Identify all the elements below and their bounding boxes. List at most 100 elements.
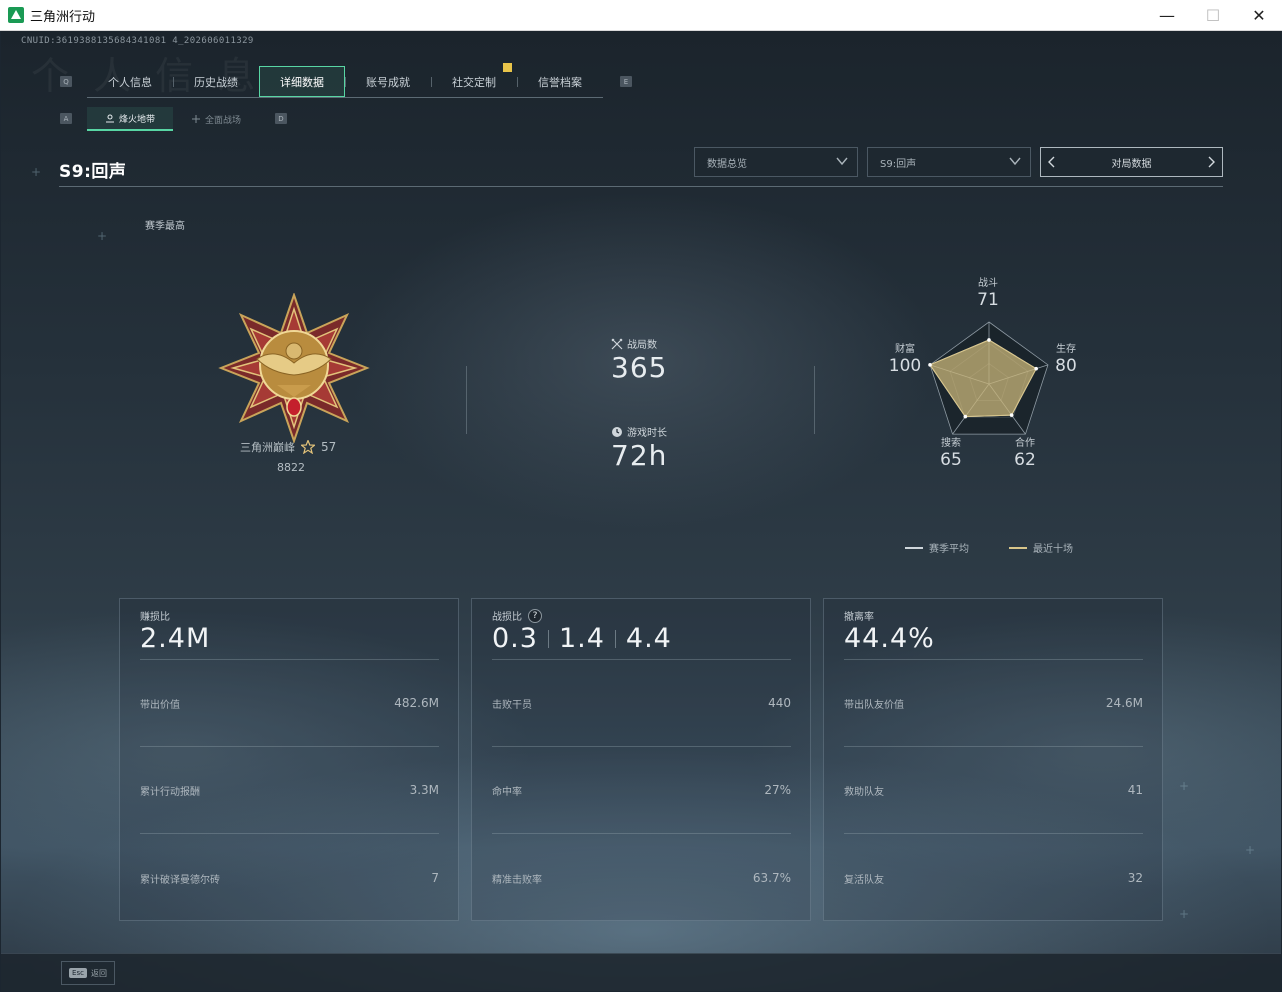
- radar-axis-value: 71: [977, 290, 999, 310]
- crosshair-decoration-icon: +: [1179, 779, 1190, 793]
- card-row: 带出队友价值 24.6M: [844, 696, 1143, 711]
- rank-level: 57: [321, 440, 337, 454]
- minimize-button[interactable]: —: [1144, 0, 1190, 31]
- next-subtab-key-hint[interactable]: D: [275, 113, 287, 124]
- rank-score: 8822: [277, 461, 305, 474]
- card-row: 精准击败率 63.7%: [492, 871, 791, 886]
- row-label: 复活队友: [844, 875, 884, 886]
- tab-reputation[interactable]: 信誉档案: [517, 66, 603, 97]
- playtime-value: 72h: [611, 439, 668, 472]
- rank-name: 三角洲巅峰: [240, 441, 295, 454]
- card-divider: [140, 746, 439, 747]
- stats-divider-left: [466, 366, 467, 434]
- legend-season-average: 赛季平均: [905, 540, 969, 555]
- season-dropdown[interactable]: S9:回声: [867, 147, 1031, 177]
- legend-recent-ten: 最近十场: [1009, 540, 1073, 555]
- help-icon[interactable]: ?: [528, 608, 542, 623]
- stats-divider-right: [814, 366, 815, 434]
- card-divider: [492, 746, 791, 747]
- crosshair-decoration-icon: +: [1179, 907, 1190, 921]
- star-icon: [301, 440, 315, 454]
- next-tab-key-hint[interactable]: E: [620, 76, 632, 87]
- match-data-label: 对局数据: [1111, 158, 1152, 170]
- legend-swatch: [905, 546, 923, 549]
- row-value: 482.6M: [394, 696, 439, 710]
- row-value: 3.3M: [409, 783, 439, 797]
- radar-vertex-point: [963, 414, 968, 419]
- esc-key-hint: Esc: [69, 968, 87, 978]
- close-button[interactable]: ✕: [1236, 0, 1282, 31]
- card-divider: [844, 659, 1143, 660]
- bottom-bar: Esc 返回: [1, 953, 1281, 991]
- game-viewport: 个 人 信 息 CNUID:3619388135684341081 4_2026…: [1, 31, 1281, 991]
- rank-info: 三角洲巅峰 57: [240, 439, 336, 455]
- card-row: 累计行动报酬 3.3M: [140, 783, 439, 798]
- season-dropdown-value: S9:回声: [880, 158, 917, 170]
- tab-profile[interactable]: 个人信息: [87, 66, 173, 97]
- subtab-hazard-zone[interactable]: 烽火地带: [87, 107, 173, 131]
- row-value: 63.7%: [752, 871, 791, 885]
- subtab-full-battlefield[interactable]: 全面战场: [173, 107, 259, 131]
- tab-social-custom-label: 社交定制: [452, 75, 496, 89]
- radar-axis-value: 80: [1055, 356, 1077, 376]
- prev-tab-key-hint[interactable]: Q: [60, 76, 72, 87]
- data-overview-dropdown[interactable]: 数据总览: [694, 147, 858, 177]
- card-label: 战损比: [492, 612, 522, 623]
- window-titlebar: 三角洲行动 — ☐ ✕: [0, 0, 1282, 31]
- matches-value: 365: [611, 351, 668, 384]
- value-separator: [614, 629, 616, 648]
- radar-vertex-point: [1034, 366, 1038, 371]
- row-value: 24.6M: [1105, 696, 1143, 710]
- subtab-hazard-zone-label: 烽火地带: [118, 114, 155, 125]
- radar-label-wealth: 财富 100: [885, 340, 925, 376]
- chevron-left-icon[interactable]: [1045, 155, 1059, 169]
- row-label: 带出队友价值: [844, 700, 904, 711]
- card-divider: [140, 659, 439, 660]
- tab-history[interactable]: 历史战绩: [173, 66, 259, 97]
- notice-dot: [503, 63, 512, 72]
- tab-detailed-data[interactable]: 详细数据: [259, 66, 345, 97]
- card-divider: [492, 659, 791, 660]
- battlefield-icon: [191, 115, 200, 123]
- row-value: 41: [1127, 783, 1143, 797]
- row-label: 击败干员: [492, 700, 532, 711]
- card-row: 复活队友 32: [844, 871, 1143, 886]
- sub-tab-bar: 烽火地带 全面战场: [87, 107, 259, 131]
- app-logo-icon: [8, 7, 24, 23]
- card-label-wrap: 战损比 ?: [492, 608, 542, 623]
- radar-axis-value: 65: [940, 450, 962, 470]
- row-label: 累计行动报酬: [140, 787, 200, 798]
- maximize-button[interactable]: ☐: [1190, 0, 1236, 31]
- kd-value-3: 4.4: [625, 623, 672, 654]
- tab-social-custom[interactable]: 社交定制: [431, 63, 517, 97]
- card-label: 撤离率: [844, 612, 874, 623]
- row-label: 精准击败率: [492, 875, 542, 886]
- radar-label-combat: 战斗 71: [968, 274, 1008, 310]
- row-value: 32: [1127, 871, 1143, 885]
- hazard-zone-icon: [105, 114, 114, 123]
- back-button[interactable]: Esc 返回: [61, 961, 115, 985]
- matches-label-text: 战局数: [627, 340, 657, 351]
- chevron-right-icon[interactable]: [1204, 155, 1218, 169]
- row-label: 命中率: [492, 787, 522, 798]
- kd-value-2: 1.4: [558, 623, 605, 654]
- profit-ratio-card: 赚损比 2.4M 带出价值 482.6M 累计行动报酬 3.3M 累计破译曼德尔砖 7: [119, 598, 459, 921]
- card-row: 击败干员 440: [492, 696, 791, 711]
- row-label: 带出价值: [140, 700, 180, 711]
- crosshair-decoration-icon: +: [31, 165, 42, 179]
- back-label: 返回: [90, 968, 107, 978]
- radar-vertex-point: [1009, 413, 1014, 417]
- clock-icon: [612, 426, 622, 437]
- tab-achievements[interactable]: 账号成就: [345, 66, 431, 97]
- kd-value-1: 0.3: [492, 623, 538, 654]
- row-value: 27%: [764, 783, 791, 797]
- card-row: 命中率 27%: [492, 783, 791, 798]
- radar-vertex-point: [987, 338, 991, 342]
- card-big-value: 2.4M: [140, 623, 211, 654]
- card-divider: [844, 833, 1143, 834]
- radar-label-cooperation: 合作 62: [1005, 434, 1045, 470]
- radar-axis-name: 战斗: [978, 278, 998, 289]
- radar-axis-name: 搜索: [941, 438, 961, 449]
- subtab-full-battlefield-label: 全面战场: [204, 115, 241, 126]
- prev-subtab-key-hint[interactable]: A: [60, 113, 72, 124]
